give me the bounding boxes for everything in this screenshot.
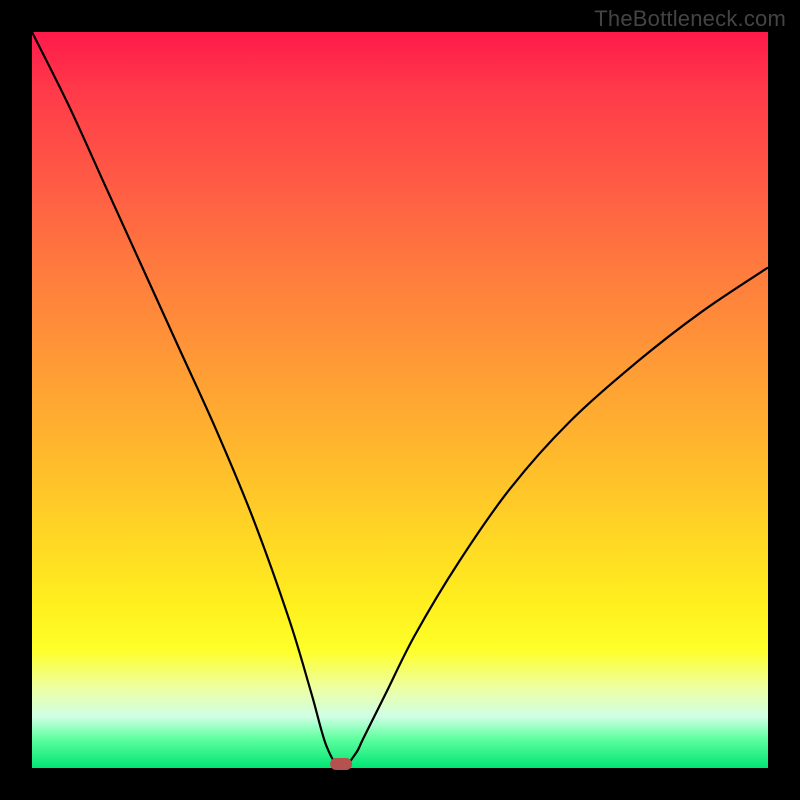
plot-area bbox=[32, 32, 768, 768]
curve-svg bbox=[32, 32, 768, 768]
optimum-marker bbox=[330, 758, 352, 770]
bottleneck-curve bbox=[32, 32, 768, 768]
watermark-text: TheBottleneck.com bbox=[594, 6, 786, 32]
chart-frame: TheBottleneck.com bbox=[0, 0, 800, 800]
